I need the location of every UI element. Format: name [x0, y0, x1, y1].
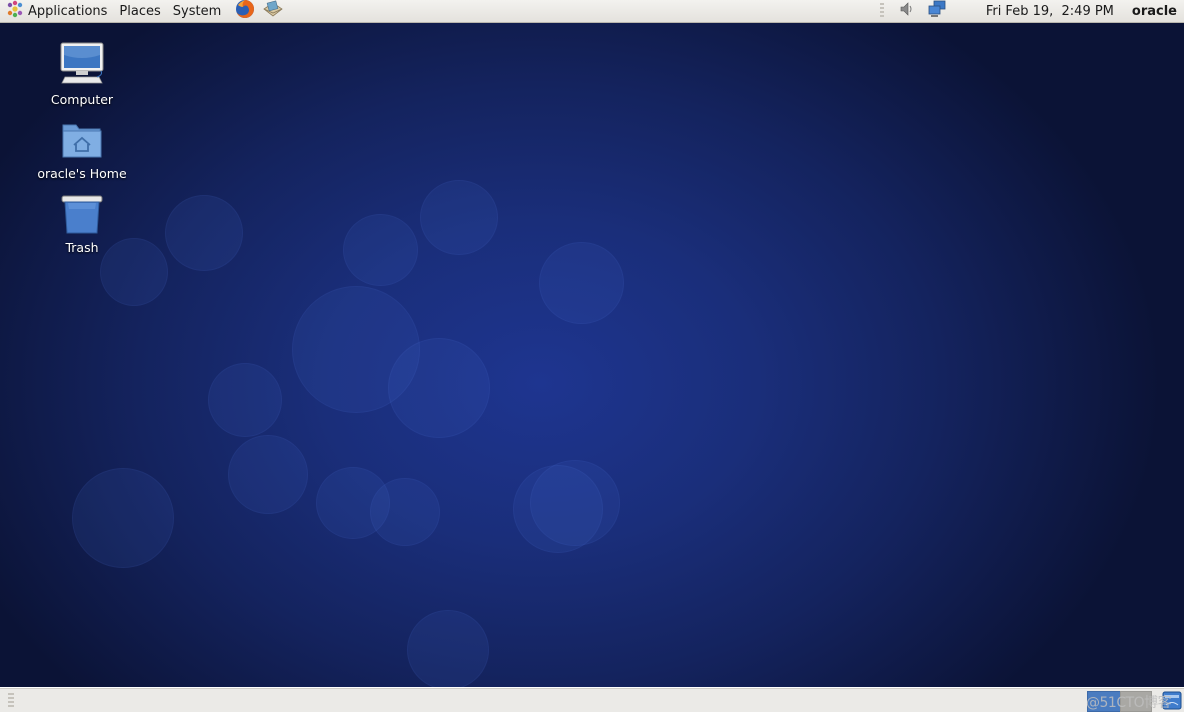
network-status[interactable] — [926, 0, 948, 22]
volume-control[interactable] — [896, 0, 918, 22]
desktop-wallpaper[interactable]: Computer oracle's Home Trash — [0, 23, 1184, 687]
wallpaper-bokeh — [72, 468, 174, 568]
wallpaper-bokeh — [370, 478, 440, 546]
wallpaper-bokeh — [165, 195, 243, 271]
watermark: @51CTO博客 — [1086, 695, 1172, 711]
firefox-icon — [235, 0, 255, 23]
panel-drag-handle[interactable] — [879, 3, 884, 19]
wallpaper-bokeh — [228, 435, 308, 514]
mail-launcher[interactable] — [259, 0, 287, 22]
home-folder-icon — [60, 119, 104, 164]
system-menu[interactable]: System — [167, 0, 227, 22]
desktop-icon-label: Trash — [65, 240, 99, 255]
wallpaper-bokeh — [407, 610, 489, 687]
panel-right-area: Fri Feb 19, 2:49 PM oracle — [879, 0, 1184, 22]
desktop-icon-home[interactable]: oracle's Home — [27, 119, 137, 181]
wallpaper-bokeh — [530, 460, 620, 546]
desktop-icon-computer[interactable]: Computer — [27, 41, 137, 107]
user-menu[interactable]: oracle — [1132, 4, 1177, 19]
gnome-foot-icon — [6, 0, 24, 22]
top-panel: Applications Places System Fri Feb 19, 2… — [0, 0, 1184, 23]
applications-menu[interactable]: Applications — [0, 0, 113, 22]
firefox-launcher[interactable] — [231, 0, 259, 22]
computer-icon — [59, 41, 105, 90]
places-menu[interactable]: Places — [113, 0, 166, 22]
wallpaper-bokeh — [208, 363, 282, 437]
places-menu-label: Places — [119, 3, 161, 19]
wallpaper-bokeh — [388, 338, 490, 438]
system-menu-label: System — [172, 3, 222, 19]
desktop-icon-label: Computer — [50, 92, 114, 107]
bottom-panel-handle[interactable] — [8, 693, 14, 709]
clock[interactable]: Fri Feb 19, 2:49 PM — [986, 4, 1114, 19]
network-icon — [927, 0, 947, 22]
volume-icon — [899, 1, 915, 21]
desktop-icon-label: oracle's Home — [37, 166, 127, 181]
bottom-panel — [0, 688, 1184, 712]
wallpaper-bokeh — [343, 214, 418, 286]
trash-icon — [60, 193, 104, 238]
mail-icon — [262, 0, 284, 23]
applications-menu-label: Applications — [28, 3, 108, 19]
wallpaper-bokeh — [539, 242, 624, 324]
wallpaper-bokeh — [420, 180, 498, 255]
desktop-icon-trash[interactable]: Trash — [27, 193, 137, 255]
